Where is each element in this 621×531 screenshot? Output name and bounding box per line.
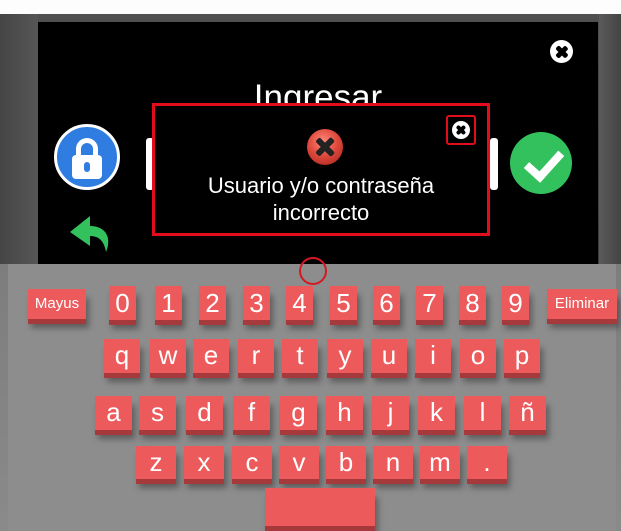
undo-arrow-icon (70, 216, 109, 252)
key-r[interactable]: r (238, 339, 274, 373)
key-3[interactable]: 3 (243, 286, 270, 320)
error-message: Usuario y/o contraseña incorrecto (155, 172, 487, 226)
key-0[interactable]: 0 (109, 286, 136, 320)
back-button[interactable] (66, 212, 118, 254)
key-space[interactable] (265, 488, 375, 526)
confirm-button[interactable] (510, 132, 572, 194)
key-8[interactable]: 8 (459, 286, 486, 320)
key-p[interactable]: p (504, 339, 540, 373)
key-g[interactable]: g (280, 396, 317, 430)
gaze-cursor (299, 257, 327, 285)
key-2[interactable]: 2 (199, 286, 226, 320)
key-o[interactable]: o (460, 339, 496, 373)
key-z[interactable]: z (136, 446, 176, 479)
key-y[interactable]: y (327, 339, 363, 373)
key-j[interactable]: j (372, 396, 409, 430)
close-icon (452, 121, 470, 139)
ceiling-light (0, 0, 621, 14)
key-e[interactable]: e (193, 339, 229, 373)
error-icon (307, 129, 343, 165)
key-b[interactable]: b (326, 446, 366, 479)
key-x[interactable]: x (184, 446, 224, 479)
key-k[interactable]: k (418, 396, 455, 430)
key-l[interactable]: l (464, 396, 501, 430)
key-period[interactable]: . (467, 446, 507, 479)
error-message-line-2: incorrecto (272, 200, 370, 225)
key-h[interactable]: h (326, 396, 363, 430)
right-wall (599, 14, 621, 264)
left-wall (0, 14, 38, 264)
key-9[interactable]: 9 (502, 286, 529, 320)
key-w[interactable]: w (150, 339, 186, 373)
key-d[interactable]: d (186, 396, 223, 430)
key-q[interactable]: q (104, 339, 140, 373)
key-i[interactable]: i (415, 339, 451, 373)
lock-button[interactable] (54, 124, 120, 190)
key-m[interactable]: m (420, 446, 460, 479)
key-mayus[interactable]: Mayus (28, 289, 86, 319)
key-4[interactable]: 4 (286, 286, 313, 320)
key-a[interactable]: a (95, 396, 132, 430)
key-s[interactable]: s (139, 396, 176, 430)
key-c[interactable]: c (232, 446, 272, 479)
key-t[interactable]: t (282, 339, 318, 373)
key-enye[interactable]: ñ (509, 396, 546, 430)
error-dialog: Usuario y/o contraseña incorrecto (152, 103, 490, 236)
key-n[interactable]: n (373, 446, 413, 479)
password-field-edge[interactable] (490, 138, 498, 190)
dialog-close-button[interactable] (446, 115, 476, 145)
key-1[interactable]: 1 (155, 286, 182, 320)
key-f[interactable]: f (233, 396, 270, 430)
key-u[interactable]: u (371, 339, 407, 373)
key-eliminar[interactable]: Eliminar (547, 289, 617, 319)
checkmark-icon (523, 141, 565, 183)
key-6[interactable]: 6 (373, 286, 400, 320)
key-7[interactable]: 7 (416, 286, 443, 320)
key-v[interactable]: v (279, 446, 319, 479)
error-message-line-1: Usuario y/o contraseña (207, 173, 435, 198)
key-5[interactable]: 5 (330, 286, 357, 320)
close-icon[interactable] (550, 40, 573, 63)
vr-scene: Ingresar Usuario y/o contraseña incorrec… (0, 0, 621, 531)
